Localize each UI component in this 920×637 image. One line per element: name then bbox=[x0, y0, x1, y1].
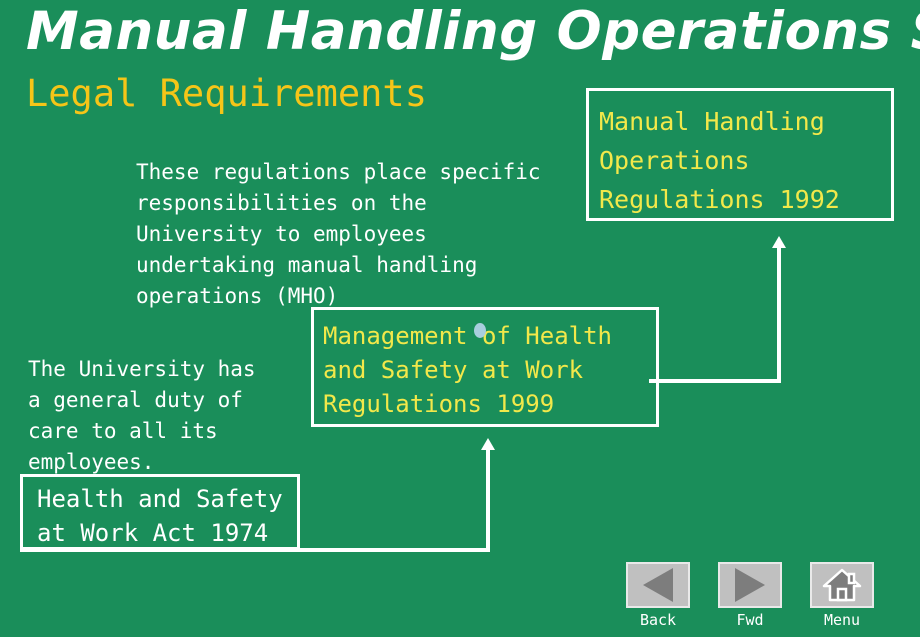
paragraph-regulations: These regulations place specific respons… bbox=[136, 160, 541, 308]
triangle-left-icon bbox=[643, 568, 673, 602]
nav-button-forward-face[interactable] bbox=[718, 562, 782, 608]
connector-segment-horizontal bbox=[649, 379, 781, 383]
triangle-right-icon bbox=[735, 568, 765, 602]
nav-button-menu-label: Menu bbox=[823, 611, 861, 629]
paragraph-duty-of-care: The University has a general duty of car… bbox=[28, 357, 256, 474]
page-title: Manual Handling Operations Safety bbox=[26, 1, 920, 62]
nav-button-back-label: Back bbox=[639, 611, 677, 629]
nav-button-back-face[interactable] bbox=[626, 562, 690, 608]
callout-hasawa-act-1974: Health and Safety at Work Act 1974 bbox=[20, 474, 300, 550]
nav-button-menu-face[interactable] bbox=[810, 562, 874, 608]
arrowhead-up-icon bbox=[772, 236, 786, 248]
home-icon bbox=[822, 568, 862, 602]
connector-segment-vertical bbox=[486, 450, 490, 550]
nav-button-forward[interactable]: Fwd bbox=[714, 562, 786, 629]
nav-button-forward-label: Fwd bbox=[736, 611, 764, 629]
callout-mho-regulations-1992: Manual Handling Operations Regulations 1… bbox=[586, 88, 894, 221]
arrowhead-up-icon bbox=[481, 438, 495, 450]
page-subtitle: Legal Requirements bbox=[26, 72, 427, 115]
nav-button-back[interactable]: Back bbox=[622, 562, 694, 629]
navigation-bar: Back Fwd Menu bbox=[622, 562, 878, 629]
nav-button-menu[interactable]: Menu bbox=[806, 562, 878, 629]
connector-segment-vertical bbox=[777, 248, 781, 383]
slide-canvas: Manual Handling Operations Safety Legal … bbox=[0, 0, 920, 637]
cursor-dot bbox=[474, 323, 486, 338]
callout-mhsw-regulations-1999: Management of Health and Safety at Work … bbox=[311, 307, 659, 427]
